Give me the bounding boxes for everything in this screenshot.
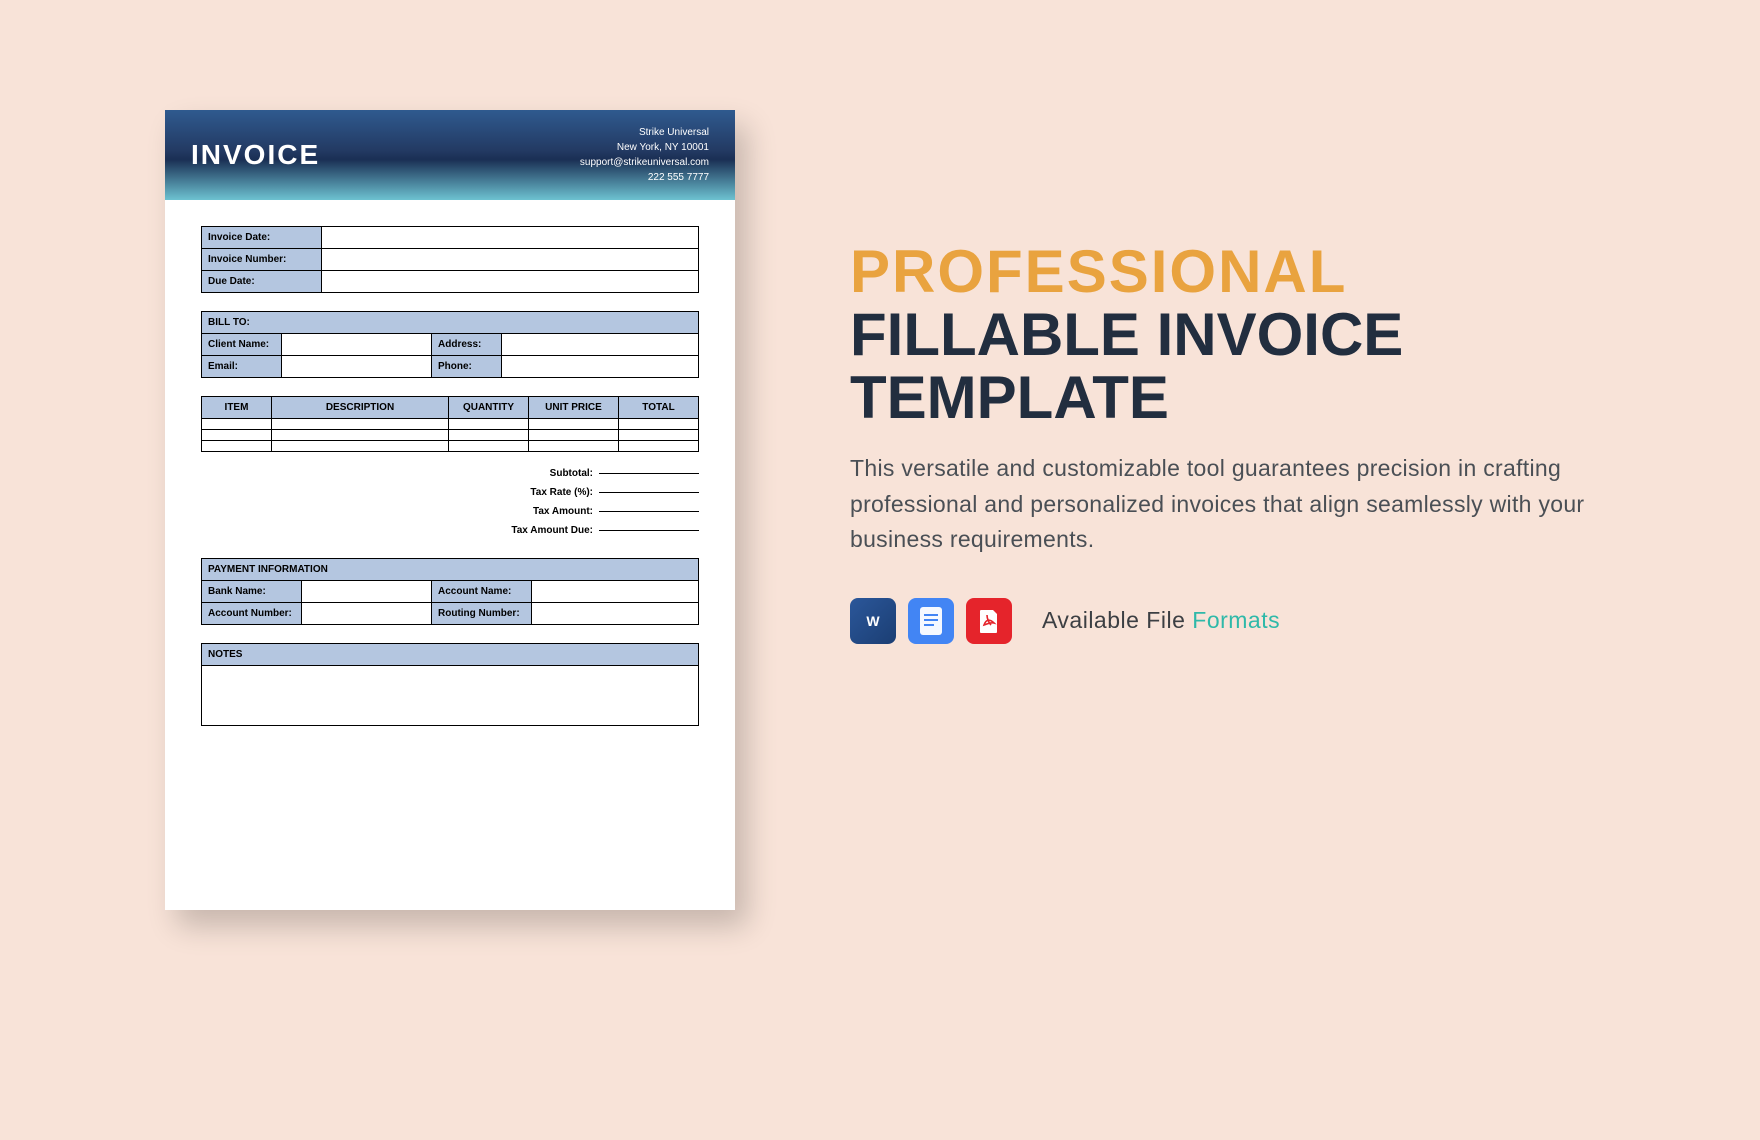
- table-row[interactable]: [202, 430, 699, 441]
- address-label: Address:: [432, 334, 502, 356]
- unit-price-header: UNIT PRICE: [529, 397, 619, 419]
- items-table: ITEM DESCRIPTION QUANTITY UNIT PRICE TOT…: [201, 396, 699, 452]
- email-label: Email:: [202, 356, 282, 378]
- routing-number-label: Routing Number:: [432, 603, 532, 625]
- invoice-number-value[interactable]: [322, 249, 699, 271]
- company-name: Strike Universal: [580, 125, 709, 140]
- account-name-label: Account Name:: [432, 581, 532, 603]
- item-header: ITEM: [202, 397, 272, 419]
- promo-title-accent: PROFESSIONAL: [850, 240, 1590, 303]
- invoice-header: INVOICE Strike Universal New York, NY 10…: [165, 110, 735, 200]
- payment-info-table: PAYMENT INFORMATION Bank Name: Account N…: [201, 558, 699, 625]
- notes-value[interactable]: [202, 666, 699, 726]
- phone-value[interactable]: [502, 356, 699, 378]
- invoice-date-value[interactable]: [322, 227, 699, 249]
- invoice-number-label: Invoice Number:: [202, 249, 322, 271]
- phone-label: Phone:: [432, 356, 502, 378]
- bank-name-label: Bank Name:: [202, 581, 302, 603]
- invoice-date-label: Invoice Date:: [202, 227, 322, 249]
- due-date-label: Due Date:: [202, 271, 322, 293]
- table-row[interactable]: [202, 419, 699, 430]
- subtotal-label: Subtotal:: [550, 468, 593, 479]
- client-name-label: Client Name:: [202, 334, 282, 356]
- tax-rate-label: Tax Rate (%):: [530, 487, 593, 498]
- promo-title-rest: FILLABLE INVOICE TEMPLATE: [850, 303, 1590, 429]
- formats-row: W Available File Formats: [850, 598, 1590, 644]
- quantity-header: QUANTITY: [449, 397, 529, 419]
- description-header: DESCRIPTION: [272, 397, 449, 419]
- notes-header: NOTES: [202, 644, 699, 666]
- google-docs-icon: [908, 598, 954, 644]
- invoice-company: Strike Universal New York, NY 10001 supp…: [580, 125, 709, 185]
- subtotal-value[interactable]: [599, 473, 699, 474]
- invoice-preview: INVOICE Strike Universal New York, NY 10…: [165, 110, 735, 910]
- promo-description: This versatile and customizable tool gua…: [850, 451, 1590, 558]
- bill-to-table: BILL TO: Client Name: Address: Email: Ph…: [201, 311, 699, 378]
- due-date-value[interactable]: [322, 271, 699, 293]
- account-name-value[interactable]: [532, 581, 699, 603]
- invoice-body: Invoice Date: Invoice Number: Due Date: …: [165, 200, 735, 746]
- company-address: New York, NY 10001: [580, 140, 709, 155]
- email-value[interactable]: [282, 356, 432, 378]
- invoice-title: INVOICE: [191, 139, 320, 171]
- notes-table: NOTES: [201, 643, 699, 726]
- bank-name-value[interactable]: [302, 581, 432, 603]
- formats-label: Available File Formats: [1042, 607, 1280, 634]
- amount-due-value[interactable]: [599, 530, 699, 531]
- payment-info-header: PAYMENT INFORMATION: [202, 559, 699, 581]
- totals-block: Subtotal: Tax Rate (%): Tax Amount: Tax …: [201, 464, 699, 540]
- client-name-value[interactable]: [282, 334, 432, 356]
- formats-label-a: Available File: [1042, 607, 1192, 633]
- account-number-label: Account Number:: [202, 603, 302, 625]
- tax-amount-value[interactable]: [599, 511, 699, 512]
- promo-title: PROFESSIONAL FILLABLE INVOICE TEMPLATE: [850, 240, 1590, 429]
- promo-block: PROFESSIONAL FILLABLE INVOICE TEMPLATE T…: [850, 240, 1590, 644]
- company-email: support@strikeuniversal.com: [580, 155, 709, 170]
- word-icon: W: [850, 598, 896, 644]
- address-value[interactable]: [502, 334, 699, 356]
- formats-label-b: Formats: [1192, 607, 1280, 633]
- bill-to-header: BILL TO:: [202, 312, 699, 334]
- table-row[interactable]: [202, 441, 699, 452]
- invoice-meta-table: Invoice Date: Invoice Number: Due Date:: [201, 226, 699, 293]
- total-header: TOTAL: [619, 397, 699, 419]
- routing-number-value[interactable]: [532, 603, 699, 625]
- tax-rate-value[interactable]: [599, 492, 699, 493]
- amount-due-label: Tax Amount Due:: [511, 525, 593, 536]
- pdf-icon: [966, 598, 1012, 644]
- company-phone: 222 555 7777: [580, 170, 709, 185]
- tax-amount-label: Tax Amount:: [533, 506, 593, 517]
- account-number-value[interactable]: [302, 603, 432, 625]
